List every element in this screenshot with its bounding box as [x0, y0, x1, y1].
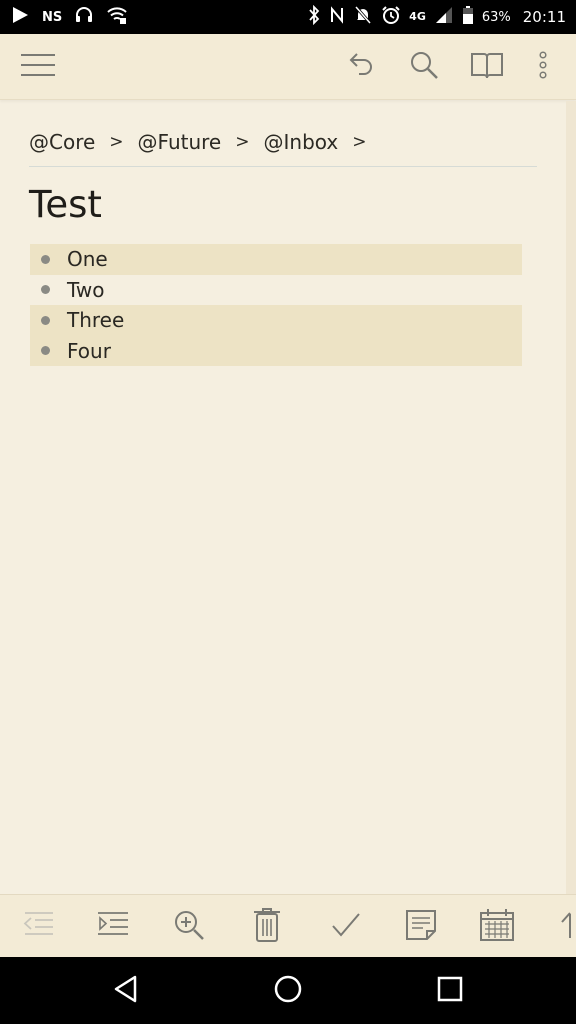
move-up-button[interactable] [556, 907, 576, 947]
book-button[interactable] [467, 47, 507, 87]
more-vert-icon [538, 50, 548, 84]
delete-icon [252, 907, 282, 947]
bullet-icon[interactable] [41, 285, 50, 295]
check-icon [331, 910, 361, 944]
search-button[interactable] [404, 47, 444, 87]
screen: NS 4G 63% 20:11 @Core > @Future > @Inbox… [0, 0, 576, 1024]
delete-button[interactable] [247, 907, 287, 947]
list-item[interactable]: Four [30, 335, 522, 366]
back-icon [113, 975, 139, 1007]
book-icon [470, 50, 504, 84]
document-title[interactable]: Test [29, 183, 102, 226]
list-item-text: One [67, 247, 108, 272]
wifi-icon [106, 5, 128, 29]
arrow-up-icon [556, 910, 576, 944]
list-item[interactable]: Three [30, 305, 522, 336]
mute-icon [353, 5, 373, 29]
recents-icon [437, 976, 463, 1006]
play-icon [10, 5, 30, 29]
complete-button[interactable] [326, 907, 366, 947]
document-content: @Core > @Future > @Inbox > Test One Two … [0, 101, 576, 894]
bullet-icon[interactable] [41, 346, 50, 356]
bullet-icon[interactable] [41, 254, 50, 264]
undo-icon [345, 50, 375, 84]
app-bar [0, 34, 576, 100]
breadcrumb-item-core[interactable]: @Core [29, 130, 95, 154]
headphones-icon [74, 5, 94, 29]
home-icon [273, 974, 303, 1008]
carrier-label: NS [42, 9, 63, 25]
list-item-text: Four [67, 338, 111, 363]
breadcrumb-separator: > [352, 131, 367, 152]
calendar-icon [479, 908, 515, 946]
undo-button[interactable] [340, 47, 380, 87]
list-item[interactable]: One [30, 244, 522, 275]
note-icon [405, 909, 437, 945]
bottom-toolbar [0, 894, 576, 957]
outline-list: One Two Three Four [30, 244, 522, 366]
network-type: 4G [409, 10, 426, 23]
breadcrumb-separator: > [109, 131, 124, 152]
note-button[interactable] [401, 907, 441, 947]
scrollbar[interactable] [566, 101, 576, 894]
breadcrumb-item-future[interactable]: @Future [138, 130, 222, 154]
navigation-bar [0, 957, 576, 1024]
list-item-text: Two [67, 277, 105, 302]
bluetooth-icon [307, 4, 321, 29]
outdent-button[interactable] [18, 907, 58, 947]
bullet-icon[interactable] [41, 315, 50, 325]
zoom-in-icon [173, 909, 205, 945]
back-button[interactable] [106, 974, 146, 1008]
status-bar: NS 4G 63% 20:11 [0, 0, 576, 34]
list-item[interactable]: Two [30, 275, 522, 306]
indent-button[interactable] [93, 907, 133, 947]
recents-button[interactable] [430, 974, 470, 1008]
outdent-icon [21, 910, 55, 944]
breadcrumb: @Core > @Future > @Inbox > [29, 127, 537, 167]
battery-icon [462, 5, 474, 29]
alarm-icon [381, 5, 401, 29]
menu-button[interactable] [18, 47, 58, 87]
search-icon [409, 50, 439, 84]
calendar-button[interactable] [477, 907, 517, 947]
indent-icon [96, 910, 130, 944]
breadcrumb-item-inbox[interactable]: @Inbox [264, 130, 339, 154]
nfc-icon [329, 5, 345, 29]
clock: 20:11 [522, 8, 566, 26]
list-item-text: Three [67, 308, 125, 333]
overflow-menu-button[interactable] [523, 47, 563, 87]
home-button[interactable] [268, 974, 308, 1008]
breadcrumb-separator: > [235, 131, 250, 152]
signal-icon [434, 5, 454, 29]
menu-icon [20, 52, 56, 82]
zoom-in-button[interactable] [169, 907, 209, 947]
battery-percent: 63% [481, 9, 511, 25]
